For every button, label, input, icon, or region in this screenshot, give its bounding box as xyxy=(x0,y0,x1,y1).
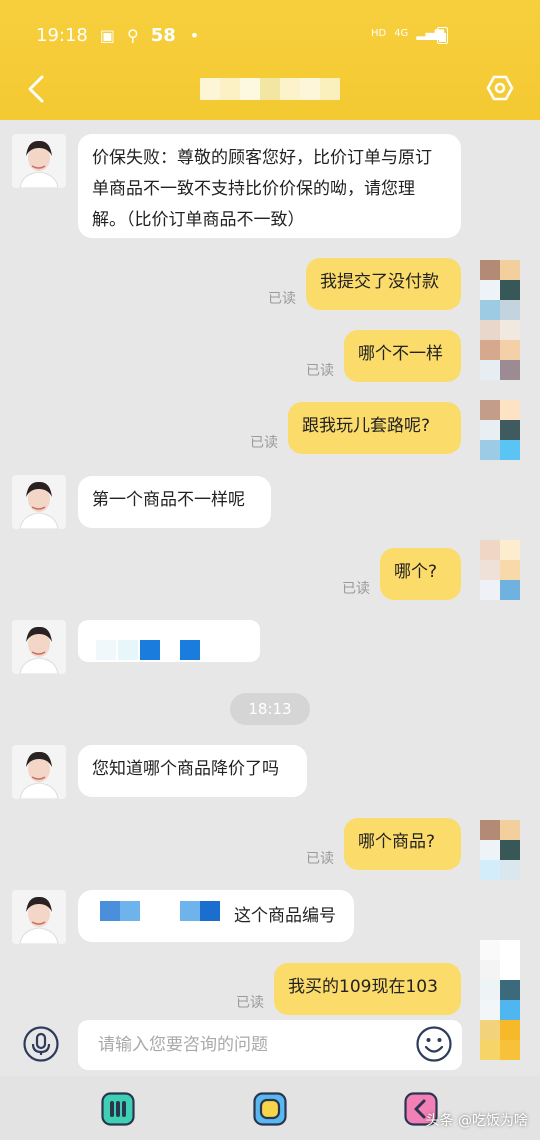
message-bubble-user: 哪个不一样 xyxy=(344,330,461,382)
header-bar xyxy=(0,0,540,120)
user-avatar[interactable] xyxy=(480,540,520,600)
timestamp-pill: 18:13 xyxy=(230,693,310,725)
agent-avatar[interactable] xyxy=(12,475,66,529)
message-bubble-user: 哪个? xyxy=(380,548,461,600)
message-input[interactable]: 请输入您要咨询的问题 xyxy=(78,1020,462,1070)
read-receipt: 已读 xyxy=(268,291,296,307)
product-code-message: 这个商品编号 xyxy=(78,890,354,942)
message-bubble-agent: 您知道哪个商品降价了吗 xyxy=(78,745,307,797)
agent-avatar[interactable] xyxy=(12,890,66,944)
read-receipt: 已读 xyxy=(250,435,278,451)
page-title xyxy=(200,78,340,100)
agent-avatar[interactable] xyxy=(12,620,66,674)
status-badge: 58 xyxy=(150,24,176,46)
watermark-text: 头条 @吃饭为啥 xyxy=(425,1113,528,1129)
location-icon: ⚲ xyxy=(127,25,139,45)
user-avatar[interactable] xyxy=(480,320,520,380)
battery-icon xyxy=(437,27,448,44)
message-bubble-user: 我提交了没付款 xyxy=(306,258,461,310)
status-dot: • xyxy=(189,25,200,45)
read-receipt: 已读 xyxy=(342,581,370,597)
message-bubble-user: 跟我玩儿套路呢? xyxy=(288,402,461,454)
agent-avatar[interactable] xyxy=(12,134,66,188)
network-indicator: 4G xyxy=(394,27,409,39)
recent-apps-icon[interactable] xyxy=(101,1092,135,1126)
message-bubble-agent: 价保失败：尊敬的顾客您好，比价订单与原订单商品不一致不支持比价价保的呦，请您理解… xyxy=(78,134,461,238)
hd-indicator: HD xyxy=(370,27,387,39)
microphone-icon[interactable] xyxy=(23,1026,59,1062)
agent-avatar[interactable] xyxy=(12,745,66,799)
status-bar: 19:18 ▣ ⚲ 58 • xyxy=(36,22,199,48)
status-time: 19:18 xyxy=(36,24,88,46)
status-indicators: HD 4G ▂▄▆ xyxy=(371,26,444,40)
settings-hexagon-icon[interactable] xyxy=(486,74,514,102)
product-code-text: 这个商品编号 xyxy=(234,906,336,926)
back-arrow-icon[interactable] xyxy=(24,74,50,104)
user-avatar[interactable] xyxy=(480,400,520,460)
home-icon[interactable] xyxy=(253,1092,287,1126)
message-bubble-user: 哪个商品? xyxy=(344,818,461,870)
read-receipt: 已读 xyxy=(306,363,334,379)
message-bubble-user: 我买的109现在103 xyxy=(274,963,461,1015)
user-avatar[interactable] xyxy=(480,260,520,320)
emoji-icon[interactable] xyxy=(416,1026,452,1062)
read-receipt: 已读 xyxy=(236,995,264,1011)
read-receipt: 已读 xyxy=(306,851,334,867)
image-icon: ▣ xyxy=(99,25,115,45)
user-avatar[interactable] xyxy=(480,820,520,880)
message-bubble-agent: 第一个商品不一样呢 xyxy=(78,476,271,528)
blurred-image-message[interactable] xyxy=(78,620,260,662)
